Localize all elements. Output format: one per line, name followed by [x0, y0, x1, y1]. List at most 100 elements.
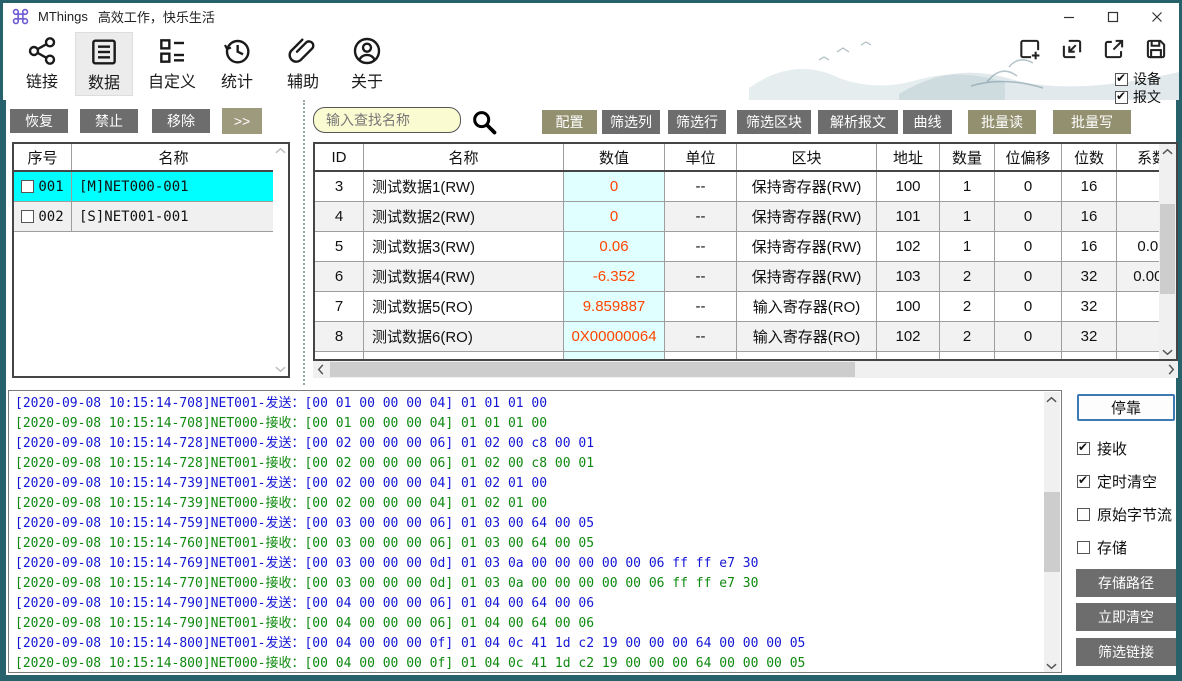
data-table-hscrollbar[interactable] [313, 361, 1178, 378]
column-header-bits[interactable]: 位数 [1062, 144, 1117, 170]
device-checkbox[interactable] [1115, 73, 1128, 86]
device-row-checkbox[interactable] [21, 210, 34, 223]
cell-value[interactable]: 0.06 [564, 232, 665, 261]
batch-write-button[interactable]: 批量写 [1053, 110, 1131, 134]
toolbar-item-label: 辅助 [275, 68, 331, 92]
scroll-down-icon [1162, 348, 1173, 356]
raw-bytes-option[interactable]: 原始字节流 [1077, 504, 1172, 525]
raw-bytes-checkbox[interactable] [1077, 508, 1090, 521]
cell-address: 102 [877, 232, 940, 261]
receive-option[interactable]: 接收 [1077, 438, 1127, 459]
data-row[interactable]: 3 测试数据1(RW) 0 -- 保持寄存器(RW) 100 1 0 16 [315, 172, 1178, 202]
device-num: 001 [38, 179, 63, 195]
maximize-button[interactable] [1091, 3, 1135, 30]
cell-id: 9 [315, 352, 364, 361]
scroll-up-button[interactable] [1160, 144, 1175, 159]
save-button[interactable] [1141, 34, 1171, 64]
curve-button[interactable]: 曲线 [903, 110, 952, 134]
column-header-unit[interactable]: 单位 [665, 144, 737, 170]
restore-button[interactable]: 恢复 [10, 109, 68, 133]
cell-value[interactable]: 0X00000064 [564, 322, 665, 351]
open-external-button[interactable] [1099, 34, 1129, 64]
filter-row-button[interactable]: 筛选行 [668, 110, 726, 134]
cell-value[interactable]: 0 [564, 352, 665, 361]
cell-value[interactable]: 0 [564, 172, 665, 201]
data-row[interactable]: 7 测试数据5(RO) 9.859887 -- 输入寄存器(RO) 100 2 … [315, 292, 1178, 322]
disable-button[interactable]: 禁止 [80, 109, 138, 133]
column-header-num[interactable]: 序号 [14, 144, 72, 170]
new-window-button[interactable] [1015, 34, 1045, 64]
data-row[interactable]: 6 测试数据4(RW) -6.352 -- 保持寄存器(RW) 103 2 0 … [315, 262, 1178, 292]
expand-button[interactable]: >> [222, 108, 262, 134]
scroll-down-button[interactable] [1044, 658, 1059, 673]
filter-link-button[interactable]: 筛选链接 [1076, 638, 1176, 666]
column-header-block[interactable]: 区块 [737, 144, 877, 170]
scroll-down-icon [1046, 662, 1057, 670]
device-row-checkbox[interactable] [21, 180, 34, 193]
cell-value[interactable]: 9.859887 [564, 292, 665, 321]
column-header-value[interactable]: 数值 [564, 144, 665, 170]
storage-checkbox[interactable] [1077, 541, 1090, 554]
scroll-right-button[interactable] [1163, 362, 1178, 377]
remove-button[interactable]: 移除 [152, 109, 210, 133]
data-row-partial[interactable]: 9 0 -- 输入寄存器(RO) 104 2 0 [315, 352, 1178, 361]
toolbar-item-custom[interactable]: 自定义 [139, 32, 205, 96]
vscrollbar-thumb[interactable] [1160, 204, 1175, 294]
column-header-address[interactable]: 地址 [877, 144, 940, 170]
column-header-quantity[interactable]: 数量 [940, 144, 995, 170]
column-header-name[interactable]: 名称 [72, 144, 275, 170]
cell-id: 3 [315, 172, 364, 201]
dock-import-button[interactable] [1057, 34, 1087, 64]
data-table-vscrollbar[interactable] [1159, 144, 1176, 359]
search-input[interactable] [313, 107, 461, 133]
scroll-up-button[interactable] [1044, 392, 1059, 407]
device-toggle[interactable]: 设备 [1115, 69, 1161, 89]
message-toggle[interactable]: 报文 [1115, 87, 1161, 107]
data-row[interactable]: 4 测试数据2(RW) 0 -- 保持寄存器(RW) 101 1 0 16 [315, 202, 1178, 232]
message-log[interactable]: [2020-09-08 10:15:14-708]NET001-发送：[00 0… [8, 390, 1062, 673]
parse-message-button[interactable]: 解析报文 [818, 110, 898, 134]
cell-bits: 16 [1062, 172, 1117, 201]
cell-value[interactable]: -6.352 [564, 262, 665, 291]
toolbar-item-assist[interactable]: 辅助 [275, 32, 331, 96]
log-line: [2020-09-08 10:15:14-790]NET001-接收：[00 0… [15, 614, 1041, 634]
config-button[interactable]: 配置 [542, 110, 597, 134]
close-button[interactable] [1135, 3, 1179, 30]
timed-clear-option[interactable]: 定时清空 [1077, 471, 1157, 492]
column-header-id[interactable]: ID [315, 144, 364, 170]
message-checkbox[interactable] [1115, 91, 1128, 104]
receive-checkbox[interactable] [1077, 442, 1090, 455]
toolbar-item-link[interactable]: 链接 [13, 32, 71, 96]
storage-option[interactable]: 存储 [1077, 537, 1127, 558]
column-header-bit-offset[interactable]: 位偏移 [995, 144, 1062, 170]
scroll-down-button[interactable] [1160, 344, 1175, 359]
data-row[interactable]: 8 测试数据6(RO) 0X00000064 -- 输入寄存器(RO) 102 … [315, 322, 1178, 352]
clear-now-button[interactable]: 立即清空 [1076, 603, 1176, 631]
storage-path-button[interactable]: 存储路径 [1076, 569, 1176, 597]
hscrollbar-thumb[interactable] [330, 362, 855, 377]
device-row[interactable]: 002 [S]NET001-001 [14, 202, 288, 232]
cell-bit-offset: 0 [995, 262, 1062, 291]
search-button[interactable] [470, 108, 500, 136]
log-vscrollbar[interactable] [1044, 392, 1060, 673]
cell-value[interactable]: 0 [564, 202, 665, 231]
toolbar-item-statistics[interactable]: 统计 [209, 32, 265, 96]
cell-address: 104 [877, 352, 940, 361]
device-row[interactable]: 001 [M]NET000-001 [14, 172, 288, 202]
panel-splitter[interactable] [303, 100, 305, 385]
timed-clear-checkbox[interactable] [1077, 475, 1090, 488]
cell-block: 保持寄存器(RW) [737, 172, 877, 201]
scroll-left-button[interactable] [313, 362, 328, 377]
dock-button[interactable]: 停靠 [1077, 394, 1175, 421]
batch-read-button[interactable]: 批量读 [968, 110, 1036, 134]
minimize-button[interactable] [1047, 3, 1091, 30]
filter-column-button[interactable]: 筛选列 [602, 110, 660, 134]
filter-block-button[interactable]: 筛选区块 [737, 110, 811, 134]
column-header-name[interactable]: 名称 [364, 144, 564, 170]
data-row[interactable]: 5 测试数据3(RW) 0.06 -- 保持寄存器(RW) 102 1 0 16… [315, 232, 1178, 262]
toolbar-item-data[interactable]: 数据 [75, 32, 133, 96]
toolbar-item-about[interactable]: 关于 [339, 32, 395, 96]
vscrollbar-thumb[interactable] [1044, 492, 1060, 572]
device-table-scrollbar[interactable] [273, 144, 288, 376]
scroll-right-icon [1167, 364, 1175, 375]
